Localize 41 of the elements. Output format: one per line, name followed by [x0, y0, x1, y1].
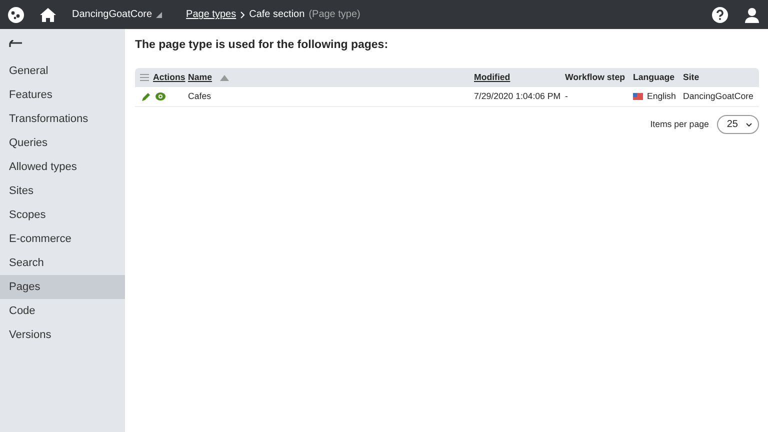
column-header: Workflow step — [565, 71, 625, 84]
site-selector[interactable]: DancingGoatCore — [72, 7, 162, 22]
sidebar-item[interactable]: E-commerce — [0, 227, 125, 251]
table-cell: - — [565, 90, 568, 104]
column-header[interactable]: Name — [188, 71, 212, 84]
breadcrumb-link[interactable]: Page types — [186, 7, 236, 22]
sidebar-item[interactable]: Transformations — [0, 107, 125, 131]
sidebar-item[interactable]: Sites — [0, 179, 125, 203]
sidebar-item[interactable]: Scopes — [0, 203, 125, 227]
column-header: Language — [633, 71, 675, 84]
table-cell: DancingGoatCore — [683, 90, 754, 104]
table-cell: 7/29/2020 1:04:06 PM — [474, 90, 561, 104]
column-header[interactable]: Modified — [474, 71, 510, 84]
sidebar-item[interactable]: Features — [0, 83, 125, 107]
back-arrow-icon[interactable] — [9, 40, 22, 48]
chevron-down-icon — [746, 122, 752, 127]
user-icon[interactable] — [744, 6, 760, 22]
page-heading: The page type is used for the following pages: — [135, 38, 390, 53]
sidebar-item[interactable]: Queries — [0, 131, 125, 155]
logo-icon[interactable] — [8, 6, 24, 22]
edit-icon[interactable] — [141, 92, 151, 102]
flag-icon — [633, 93, 643, 100]
sidebar-item[interactable]: Allowed types — [0, 155, 125, 179]
sidebar-item[interactable]: Code — [0, 299, 125, 323]
home-icon[interactable] — [40, 8, 56, 22]
view-icon[interactable] — [155, 92, 166, 102]
table-cell: English — [647, 90, 676, 104]
caret-icon[interactable] — [156, 12, 162, 18]
sidebar-item[interactable]: General — [0, 59, 125, 83]
sidebar-item[interactable]: Search — [0, 251, 125, 275]
breadcrumb-current: Cafe section — [249, 8, 305, 22]
sidebar-item[interactable]: Versions — [0, 323, 125, 347]
table-cell: Cafes — [188, 90, 211, 104]
breadcrumb-note: (Page type) — [308, 8, 360, 22]
items-per-page-label: Items per page — [650, 118, 709, 132]
sidebar-item[interactable]: Pages — [0, 275, 125, 299]
page-size-select[interactable]: 25 — [716, 115, 759, 134]
column-header: Site — [683, 71, 700, 84]
help-icon[interactable] — [712, 6, 728, 22]
column-header[interactable]: Actions — [153, 71, 186, 84]
chevron-icon — [240, 10, 246, 18]
